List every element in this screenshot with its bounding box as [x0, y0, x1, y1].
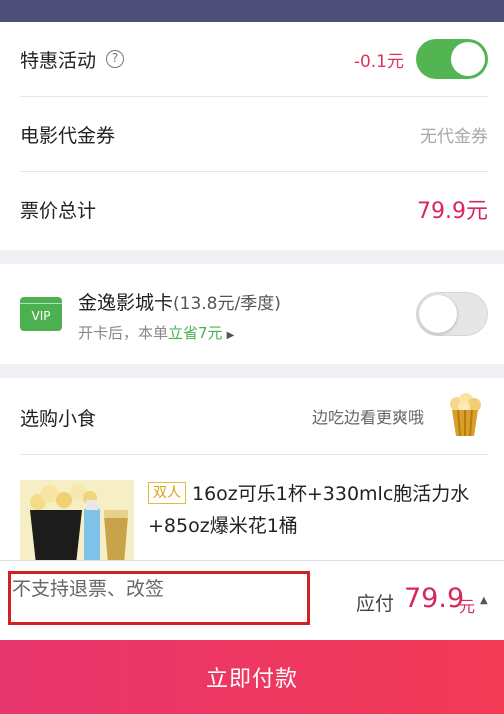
vip-icon: VIP [20, 297, 62, 331]
voucher-label: 电影代金券 [20, 124, 116, 147]
top-bar [0, 0, 504, 22]
toggle-knob [419, 295, 457, 333]
voucher-row[interactable]: 电影代金券 无代金券 [20, 97, 488, 171]
vip-price: (13.8元/季度) [173, 294, 281, 314]
combo-name: 16oz可乐1杯+330mlc胞活力水+85oz爆米花1桶 [148, 483, 470, 537]
discount-toggle[interactable] [416, 39, 488, 79]
popcorn-icon [450, 393, 481, 437]
voucher-value: 无代金券 [420, 126, 488, 147]
help-icon[interactable]: ? [106, 50, 125, 68]
vip-benefit-link[interactable]: 开卡后，本单立省7元 ▶ [78, 322, 234, 343]
toggle-knob [451, 42, 485, 76]
pay-amount: 79.9 [404, 583, 465, 614]
snacks-hint[interactable]: 边吃边看更爽哦 [312, 404, 424, 428]
discount-row: 特惠活动 ? -0.1元 [20, 22, 488, 96]
caret-up-icon[interactable]: ▲ [480, 595, 488, 606]
total-row: 票价总计 79.9元 [20, 172, 488, 246]
snacks-section: 选购小食 边吃边看更爽哦 双人 16oz可乐1杯+330mlc胞活力水+85oz爆… [0, 378, 504, 568]
caret-right-icon: ▶ [226, 330, 235, 341]
refund-notice: 不支持退票、改签 [12, 578, 165, 600]
vip-toggle[interactable] [416, 292, 488, 336]
pay-label: 应付 [356, 593, 395, 615]
vip-save: 立省7元 [168, 324, 223, 342]
combo-item[interactable]: 双人 16oz可乐1杯+330mlc胞活力水+85oz爆米花1桶 [148, 478, 488, 542]
snacks-title: 选购小食 [20, 408, 97, 430]
discount-label: 特惠活动 [20, 49, 97, 72]
checkout-bar: 不支持退票、改签 应付 79.9 元 ▲ [0, 560, 504, 640]
vip-subtitle: 开卡后，本单 [78, 324, 169, 342]
divider [20, 454, 488, 455]
discount-value: -0.1元 [353, 51, 404, 72]
total-value: 79.9元 [417, 199, 488, 224]
combo-badge: 双人 [148, 482, 186, 504]
total-label: 票价总计 [20, 199, 97, 222]
pay-now-button[interactable]: 立即付款 [0, 640, 504, 714]
price-summary-card: 特惠活动 ? -0.1元 电影代金券 无代金券 票价总计 79.9元 [0, 22, 504, 250]
combo-image[interactable] [20, 480, 134, 564]
vip-card-section: VIP 金逸影城卡(13.8元/季度) 开卡后，本单立省7元 ▶ [0, 264, 504, 364]
vip-title: 金逸影城卡 [78, 292, 174, 314]
pay-unit: 元 [459, 597, 476, 616]
